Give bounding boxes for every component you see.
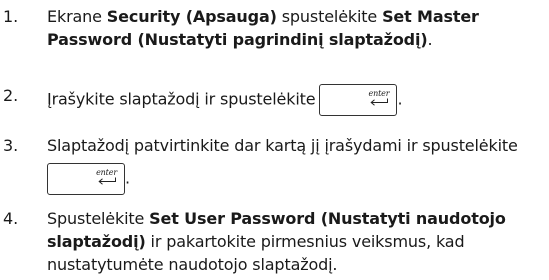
enter-key-label: enter — [96, 168, 117, 177]
step-line: Spustelėkite Set User Password (Nustatyt… — [47, 207, 547, 230]
step-number: 3. — [3, 136, 19, 155]
plain-text: . — [397, 89, 403, 109]
enter-key: enter — [47, 163, 125, 195]
enter-arrow-icon — [370, 98, 389, 106]
step-line: nustatytumėte naudotojo slaptažodį. — [47, 255, 338, 274]
plain-text: . — [427, 30, 433, 49]
plain-text: Ekrane — [47, 7, 107, 26]
enter-arrow-icon — [98, 177, 116, 185]
step-number: 2. — [3, 86, 19, 105]
step-line: slaptažodį) ir pakartokite pirmesnius ve… — [47, 230, 547, 253]
enter-key: enter — [319, 84, 398, 116]
bold-text: slaptažodį) — [47, 232, 146, 251]
step-number: 4. — [3, 209, 19, 228]
plain-text: Įrašykite slaptažodį ir spustelėkite — [47, 89, 316, 109]
plain-text: . — [125, 168, 130, 188]
bold-text: Password (Nustatyti pagrindinį slaptažod… — [47, 30, 428, 49]
step-line: enter. — [47, 163, 547, 195]
step-line: Įrašykite slaptažodį ir spustelėkite ente… — [47, 84, 547, 116]
plain-text: Spustelėkite — [47, 209, 150, 228]
step-number: 1. — [3, 7, 19, 26]
step-text: Slaptažodį patvirtinkite dar kartą jį įr… — [47, 134, 547, 195]
step-line: Slaptažodį patvirtinkite dar kartą jį įr… — [47, 136, 518, 155]
step-text: Spustelėkite Set User Password (Nustatyt… — [47, 207, 547, 276]
step-line: Ekrane Security (Apsauga) spustelėkite S… — [47, 5, 547, 28]
step-text: Įrašykite slaptažodį ir spustelėkite ente… — [47, 84, 547, 116]
plain-text: spustelėkite — [276, 7, 383, 26]
bold-text: Security (Apsauga) — [106, 7, 277, 26]
enter-key-label: enter — [368, 89, 390, 98]
step-line: Password (Nustatyti pagrindinį slaptažod… — [47, 28, 547, 51]
bold-text: Set User Password (Nustatyti naudotojo — [149, 209, 506, 228]
bold-text: Set Master — [382, 7, 479, 26]
step-text: Ekrane Security (Apsauga) spustelėkite S… — [47, 5, 547, 51]
plain-text: ir pakartokite pirmesnius veiksmus, kad — [145, 232, 465, 251]
